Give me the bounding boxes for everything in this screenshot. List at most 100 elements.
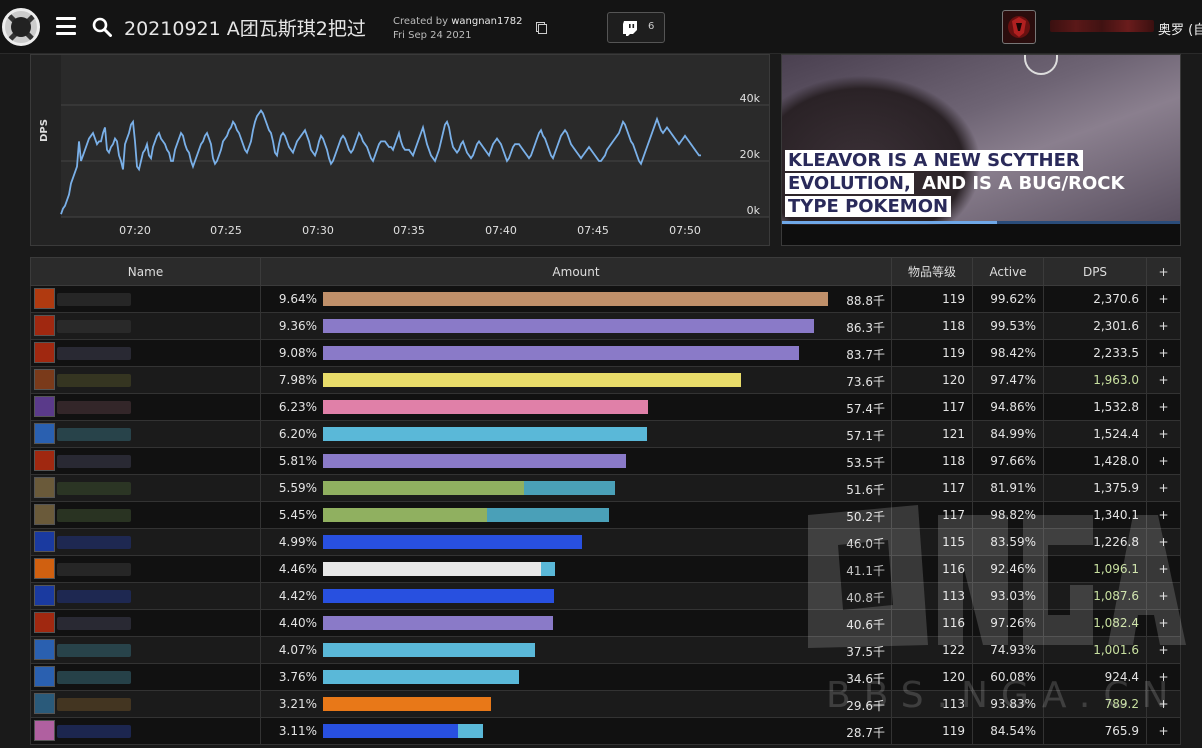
player-cell[interactable] [30, 690, 261, 718]
redacted-player-name[interactable] [57, 698, 131, 711]
table-row[interactable]: 9.64% 88.8千 119 99.62% 2,370.6 + [30, 285, 1181, 313]
dps-graph[interactable]: DPS 40k 20k 0k 07:20 07:25 07:30 07:35 07:40 07:… [30, 54, 770, 246]
add-button[interactable]: + [1146, 312, 1181, 340]
amount-bar [323, 481, 615, 495]
player-cell[interactable] [30, 609, 261, 637]
table-row[interactable]: 3.21% 29.6千 113 93.83% 789.2 + [30, 690, 1181, 718]
add-button[interactable]: + [1146, 501, 1181, 529]
amount-bar-fill [323, 454, 626, 468]
copy-icon[interactable] [536, 22, 547, 34]
table-row[interactable]: 5.45% 50.2千 117 98.82% 1,340.1 + [30, 501, 1181, 529]
redacted-player-name[interactable] [57, 509, 131, 522]
add-button[interactable]: + [1146, 393, 1181, 421]
add-button[interactable]: + [1146, 717, 1181, 745]
amount-bar [323, 454, 626, 468]
player-cell[interactable] [30, 474, 261, 502]
redacted-player-name[interactable] [57, 428, 131, 441]
player-cell[interactable] [30, 366, 261, 394]
amount-bar [323, 643, 535, 657]
player-cell[interactable] [30, 582, 261, 610]
redacted-player-name[interactable] [57, 725, 131, 738]
dps-cell: 1,096.1 [1043, 555, 1147, 583]
player-cell[interactable] [30, 420, 261, 448]
redacted-player-name[interactable] [57, 455, 131, 468]
player-cell[interactable] [30, 501, 261, 529]
table-row[interactable]: 6.23% 57.4千 117 94.86% 1,532.8 + [30, 393, 1181, 421]
site-logo-icon[interactable] [2, 8, 40, 46]
table-row[interactable]: 6.20% 57.1千 121 84.99% 1,524.4 + [30, 420, 1181, 448]
add-button[interactable]: + [1146, 285, 1181, 313]
redacted-user-name[interactable] [1050, 20, 1154, 32]
table-row[interactable]: 5.59% 51.6千 117 81.91% 1,375.9 + [30, 474, 1181, 502]
redacted-player-name[interactable] [57, 563, 131, 576]
redacted-player-name[interactable] [57, 671, 131, 684]
column-ilvl[interactable]: 物品等级 [891, 257, 973, 286]
table-row[interactable]: 9.08% 83.7千 119 98.42% 2,233.5 + [30, 339, 1181, 367]
twitch-button[interactable]: 6 [607, 12, 665, 43]
redacted-player-name[interactable] [57, 590, 131, 603]
table-row[interactable]: 5.81% 53.5千 118 97.66% 1,428.0 + [30, 447, 1181, 475]
menu-icon[interactable] [56, 17, 76, 35]
player-cell[interactable] [30, 555, 261, 583]
add-button[interactable]: + [1146, 582, 1181, 610]
table-row[interactable]: 3.76% 34.6千 120 60.08% 924.4 + [30, 663, 1181, 691]
created-by-user[interactable]: wangnan1782 [451, 16, 522, 27]
realm-name[interactable]: 奥罗 (自 [1158, 19, 1202, 38]
spec-icon [34, 396, 55, 417]
redacted-player-name[interactable] [57, 320, 131, 333]
table-row[interactable]: 7.98% 73.6千 120 97.47% 1,963.0 + [30, 366, 1181, 394]
active-cell: 99.53% [972, 312, 1044, 340]
video-ad[interactable]: KLEAVOR IS A NEW SCYTHER EVOLUTION, AND … [781, 54, 1181, 246]
table-row[interactable]: 4.99% 46.0千 115 83.59% 1,226.8 + [30, 528, 1181, 556]
add-button[interactable]: + [1146, 474, 1181, 502]
player-cell[interactable] [30, 663, 261, 691]
amount-cell: 6.23% 57.4千 [260, 393, 892, 421]
horde-faction-icon[interactable] [1002, 10, 1036, 44]
redacted-player-name[interactable] [57, 644, 131, 657]
add-button[interactable]: + [1146, 366, 1181, 394]
column-name[interactable]: Name [30, 257, 261, 286]
player-cell[interactable] [30, 528, 261, 556]
redacted-player-name[interactable] [57, 374, 131, 387]
add-button[interactable]: + [1146, 663, 1181, 691]
player-cell[interactable] [30, 312, 261, 340]
ilvl-cell: 119 [891, 339, 973, 367]
table-row[interactable]: 3.11% 28.7千 119 84.54% 765.9 + [30, 717, 1181, 745]
column-active[interactable]: Active [972, 257, 1044, 286]
add-button[interactable]: + [1146, 420, 1181, 448]
column-amount[interactable]: Amount [260, 257, 892, 286]
add-button[interactable]: + [1146, 609, 1181, 637]
dps-cell: 765.9 [1043, 717, 1147, 745]
player-cell[interactable] [30, 636, 261, 664]
table-row[interactable]: 9.36% 86.3千 118 99.53% 2,301.6 + [30, 312, 1181, 340]
redacted-player-name[interactable] [57, 293, 131, 306]
player-cell[interactable] [30, 285, 261, 313]
add-button[interactable]: + [1146, 528, 1181, 556]
add-button[interactable]: + [1146, 636, 1181, 664]
add-button[interactable]: + [1146, 555, 1181, 583]
amount-percent: 6.20% [278, 427, 317, 441]
player-cell[interactable] [30, 717, 261, 745]
graph-plot-area [61, 55, 769, 217]
search-icon[interactable] [92, 17, 112, 37]
table-row[interactable]: 4.46% 41.1千 116 92.46% 1,096.1 + [30, 555, 1181, 583]
column-dps[interactable]: DPS [1043, 257, 1147, 286]
table-row[interactable]: 4.42% 40.8千 113 93.03% 1,087.6 + [30, 582, 1181, 610]
video-progress-bar[interactable] [782, 221, 1180, 224]
table-row[interactable]: 4.07% 37.5千 122 74.93% 1,001.6 + [30, 636, 1181, 664]
add-button[interactable]: + [1146, 447, 1181, 475]
redacted-player-name[interactable] [57, 617, 131, 630]
redacted-player-name[interactable] [57, 536, 131, 549]
player-cell[interactable] [30, 447, 261, 475]
add-button[interactable]: + [1146, 690, 1181, 718]
column-add[interactable]: + [1146, 257, 1181, 286]
add-button[interactable]: + [1146, 339, 1181, 367]
player-cell[interactable] [30, 393, 261, 421]
player-cell[interactable] [30, 339, 261, 367]
table-row[interactable]: 4.40% 40.6千 116 97.26% 1,082.4 + [30, 609, 1181, 637]
redacted-player-name[interactable] [57, 401, 131, 414]
redacted-player-name[interactable] [57, 347, 131, 360]
ilvl-cell: 121 [891, 420, 973, 448]
amount-bar-fill [323, 508, 487, 522]
redacted-player-name[interactable] [57, 482, 131, 495]
